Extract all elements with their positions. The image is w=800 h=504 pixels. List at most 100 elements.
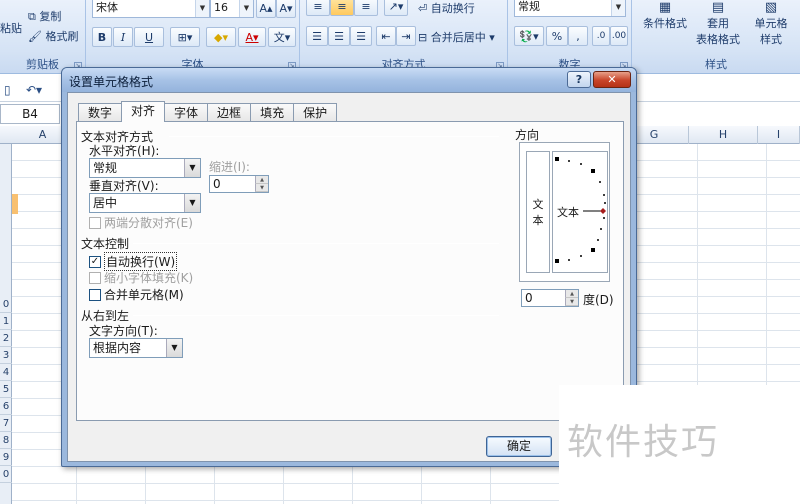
vertical-align-value: 居中	[93, 196, 118, 210]
horizontal-align-select[interactable]: 常规 ▼	[89, 158, 201, 178]
format-as-table-button[interactable]: ▤ 套用 表格格式	[690, 0, 746, 47]
grow-font-button[interactable]: A▴	[256, 0, 276, 18]
wrap-text-button[interactable]: ⏎ 自动换行	[418, 0, 475, 16]
chevron-down-icon[interactable]: ▼	[195, 0, 209, 17]
degrees-spinner[interactable]: 0 ▲ ▼	[521, 289, 579, 307]
row-header[interactable]: 6	[0, 398, 12, 415]
currency-button[interactable]: 💱▾	[514, 26, 544, 46]
align-middle-button[interactable]: ≡	[330, 0, 354, 16]
ok-button[interactable]: 确定	[486, 436, 552, 457]
tab-border[interactable]: 边框	[207, 103, 252, 122]
align-bottom-button[interactable]: ≡	[354, 0, 378, 16]
number-group: 常规 ▼ 💱▾ % , .0 .00 数字 ↘	[508, 0, 632, 74]
column-header-i[interactable]: I	[758, 126, 800, 144]
dialog-titlebar[interactable]: 设置单元格格式 ? ✕	[62, 68, 636, 92]
row-header[interactable]: 8	[0, 432, 12, 449]
tab-alignment[interactable]: 对齐	[121, 101, 166, 122]
italic-button[interactable]: I	[113, 27, 133, 47]
tab-protection[interactable]: 保护	[293, 103, 338, 122]
orientation-icon: ↗▾	[388, 0, 404, 13]
alignment-group: ≡ ≡ ≡ ↗▾ ⏎ 自动换行 ☰ ☰ ☰ ⇤ ⇥ ⊟ 合并后居中 ▾ 对齐方式…	[300, 0, 508, 74]
decrease-indent-button[interactable]: ⇤	[376, 26, 396, 46]
increase-decimal-button[interactable]: .0	[592, 26, 610, 46]
comma-button[interactable]: ,	[568, 26, 588, 46]
decrease-decimal-icon: .00	[611, 31, 627, 41]
degrees-label: 度(D)	[583, 293, 614, 307]
borders-button[interactable]: ⊞▾	[170, 27, 200, 47]
checkmark-icon: ✓	[89, 255, 101, 268]
font-color-icon: A▾	[245, 30, 259, 44]
conditional-format-button[interactable]: ▦ 条件格式	[640, 0, 690, 31]
chevron-down-icon[interactable]: ▼	[184, 159, 200, 177]
underline-button[interactable]: U	[134, 27, 164, 47]
borders-icon: ⊞▾	[177, 30, 193, 44]
degrees-spin-buttons[interactable]: ▲ ▼	[565, 290, 578, 306]
spin-up-icon[interactable]: ▲	[255, 176, 268, 184]
number-format-combo[interactable]: 常规 ▼	[514, 0, 626, 17]
row-header[interactable]: 7	[0, 415, 12, 432]
row-header[interactable]: 3	[0, 347, 12, 364]
align-right-button[interactable]: ☰	[350, 26, 372, 46]
chevron-down-icon[interactable]: ▼	[611, 0, 625, 16]
percent-button[interactable]: %	[546, 26, 568, 46]
paste-button[interactable]: 粘贴	[0, 20, 22, 36]
chevron-down-icon[interactable]: ▼	[239, 0, 253, 17]
merge-center-label: 合并后居中	[430, 31, 486, 44]
divider	[133, 243, 499, 244]
row-header[interactable]: 0	[0, 466, 12, 483]
row-header[interactable]: 4	[0, 364, 12, 381]
merge-cells-checkbox[interactable]: 合并单元格(M)	[89, 286, 184, 303]
spin-up-icon[interactable]: ▲	[565, 290, 578, 298]
checkbox-box	[89, 288, 101, 301]
document-icon[interactable]: ▯	[4, 83, 11, 97]
indent-spinner[interactable]: 0 ▲ ▼	[209, 175, 269, 193]
font-name-combo[interactable]: 宋体 ▼	[92, 0, 210, 18]
chevron-down-icon[interactable]: ▼	[166, 339, 182, 357]
tab-fill[interactable]: 填充	[250, 103, 295, 122]
phonetic-button[interactable]: 文▾	[268, 27, 296, 47]
font-size-combo[interactable]: 16 ▼	[210, 0, 254, 18]
copy-button[interactable]: ⧉ 复制	[28, 8, 61, 24]
shrink-to-fit-checkbox[interactable]: 缩小字体填充(K)	[89, 269, 193, 286]
shrink-font-button[interactable]: A▾	[276, 0, 296, 18]
column-header-h[interactable]: H	[689, 126, 758, 144]
orientation-button[interactable]: ↗▾	[384, 0, 408, 16]
spin-down-icon[interactable]: ▼	[255, 184, 268, 192]
vertical-text-button[interactable]: 文 本	[526, 151, 550, 273]
chevron-down-icon[interactable]: ▼	[184, 194, 200, 212]
copy-label: 复制	[39, 10, 62, 23]
row-header[interactable]: 9	[0, 449, 12, 466]
font-size-value: 16	[214, 1, 228, 14]
vertical-align-select[interactable]: 居中 ▼	[89, 193, 201, 213]
font-color-button[interactable]: A▾	[238, 27, 266, 47]
undo-icon[interactable]: ↶▾	[26, 83, 42, 97]
increase-indent-button[interactable]: ⇥	[396, 26, 416, 46]
row-header[interactable]: 2	[0, 330, 12, 347]
merge-center-button[interactable]: ⊟ 合并后居中 ▾	[418, 29, 495, 45]
decrease-decimal-button[interactable]: .00	[610, 26, 628, 46]
row-header[interactable]: 0	[0, 296, 12, 313]
text-direction-select[interactable]: 根据内容 ▼	[89, 338, 183, 358]
row-header[interactable]: 5	[0, 381, 12, 398]
bold-button[interactable]: B	[92, 27, 112, 47]
tab-font[interactable]: 字体	[164, 103, 209, 122]
orientation-dial[interactable]: 文本	[552, 151, 608, 273]
tab-number[interactable]: 数字	[78, 103, 123, 122]
shrink-to-fit-label: 缩小字体填充(K)	[104, 271, 194, 285]
align-left-button[interactable]: ☰	[306, 26, 328, 46]
format-painter-button[interactable]: 🖌 格式刷	[28, 28, 78, 44]
indent-spin-buttons[interactable]: ▲ ▼	[255, 176, 268, 192]
row-header[interactable]: 1	[0, 313, 12, 330]
spin-down-icon[interactable]: ▼	[565, 298, 578, 306]
brush-icon: 🖌	[28, 30, 46, 43]
copy-icon: ⧉	[28, 10, 40, 23]
align-top-button[interactable]: ≡	[306, 0, 330, 16]
help-button[interactable]: ?	[567, 71, 591, 88]
close-button[interactable]: ✕	[593, 71, 631, 88]
cell-styles-button[interactable]: ▧ 单元格 样式	[746, 0, 796, 47]
name-box[interactable]: B4	[0, 104, 60, 124]
styles-group-label: 样式	[705, 58, 727, 71]
align-center-button[interactable]: ☰	[328, 26, 350, 46]
justify-distributed-checkbox[interactable]: 两端分散对齐(E)	[89, 214, 193, 231]
fill-color-button[interactable]: ◆▾	[206, 27, 236, 47]
